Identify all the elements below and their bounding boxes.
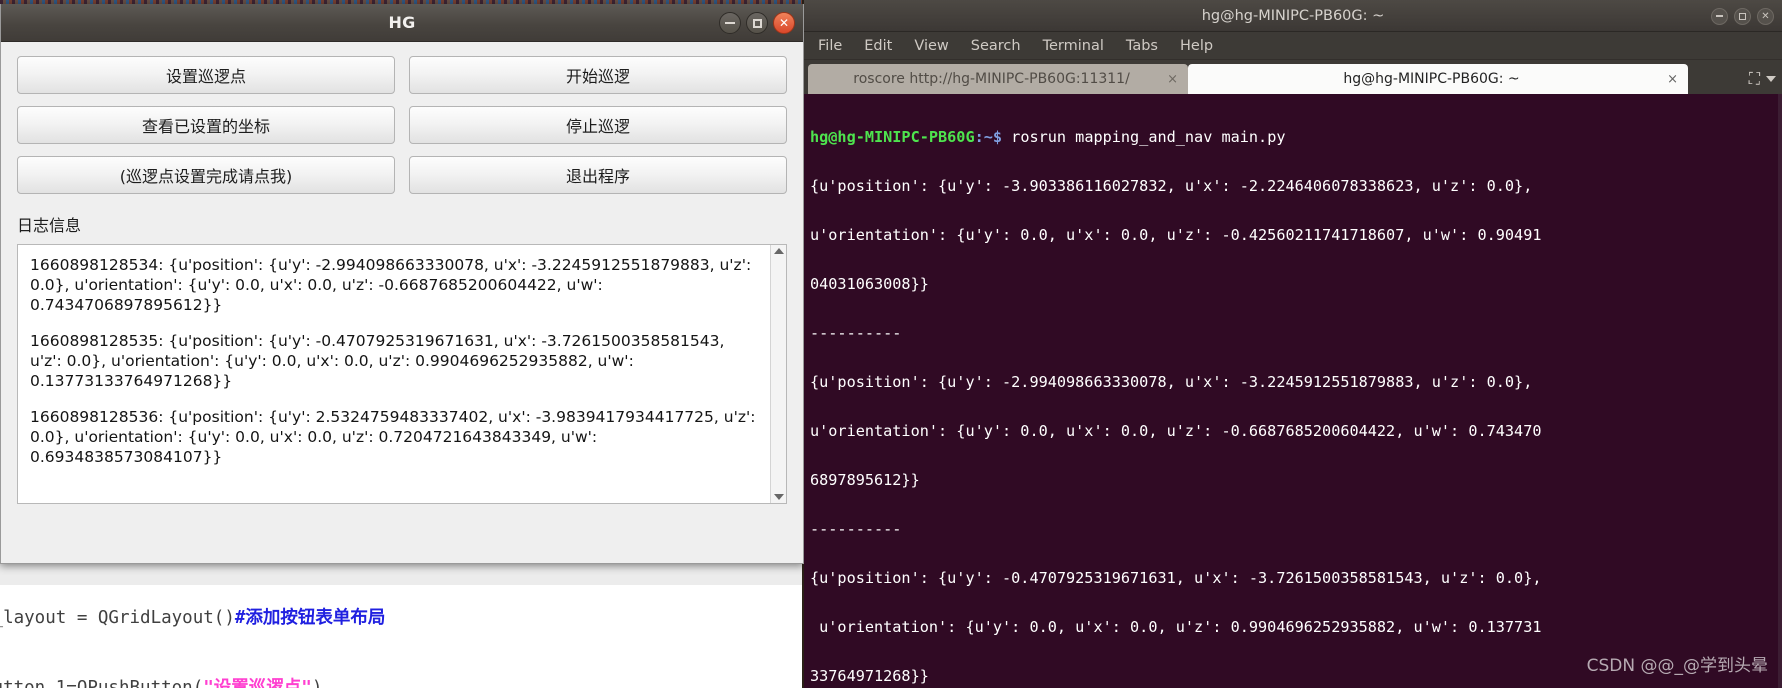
log-entry: 1660898128534: {u'position': {u'y': -2.9… [30,256,752,314]
hg-window-body: 设置巡逻点 开始巡逻 查看已设置的坐标 停止巡逻 (巡逻点设置完成请点我) 退出… [1,42,803,504]
tab-shell[interactable]: hg@hg-MINIPC-PB60G: ~ × [1188,64,1688,94]
menu-item-terminal[interactable]: Terminal [1043,38,1104,54]
terminal-output-line: u'orientation': {u'y': 0.0, u'x': 0.0, u… [810,617,1542,636]
menu-item-help[interactable]: Help [1180,38,1213,54]
log-section-label: 日志信息 [17,216,82,235]
set-patrol-point-button[interactable]: 设置巡逻点 [17,56,395,94]
prompt-user: hg@hg-MINIPC-PB60G [810,127,975,146]
menu-item-edit[interactable]: Edit [864,38,892,54]
terminal-output-line: 04031063008}} [810,274,929,293]
terminal-tabbar: roscore http://hg-MINIPC-PB60G:11311/ × … [804,60,1782,94]
scroll-down-arrow-icon[interactable] [773,494,784,500]
menu-item-file[interactable]: File [818,38,842,54]
close-icon[interactable]: × [1167,72,1178,87]
csdn-watermark: CSDN @@_@学到头晕 [1586,656,1768,676]
terminal-window-controls: ✕ [1711,0,1774,32]
code-line-1-text: n_layout = QGridLayout() [0,608,235,628]
close-icon[interactable]: × [1667,72,1678,87]
menu-item-view[interactable]: View [914,38,948,54]
terminal-output-line: u'orientation': {u'y': 0.0, u'x': 0.0, u… [810,225,1542,244]
code-line-2-tail: ) [311,678,323,688]
view-saved-coords-button[interactable]: 查看已设置的坐标 [17,106,395,144]
close-icon[interactable]: ✕ [1757,7,1774,25]
log-entry: 1660898128536: {u'position': {u'y': 2.53… [30,408,756,466]
hg-button-grid: 设置巡逻点 开始巡逻 查看已设置的坐标 停止巡逻 (巡逻点设置完成请点我) 退出… [17,56,787,194]
code-line-2-text: Button_1=QPushButton( [0,678,204,688]
log-entry: 1660898128535: {u'position': {u'y': -0.4… [30,332,725,390]
terminal-output-line: {u'position': {u'y': -2.994098663330078,… [810,372,1533,391]
tab-label: hg@hg-MINIPC-PB60G: ~ [1343,71,1520,87]
code-line-1-comment: #添加按钮表单布局 [234,608,386,628]
log-textbox[interactable]: 1660898128534: {u'position': {u'y': -2.9… [17,244,787,504]
tab-label: roscore http://hg-MINIPC-PB60G:11311/ [853,71,1130,87]
terminal-output-line: u'orientation': {u'y': 0.0, u'x': 0.0, u… [810,421,1542,440]
menu-item-search[interactable]: Search [971,38,1021,54]
terminal-window-title: hg@hg-MINIPC-PB60G: ~ [1201,7,1385,24]
code-line: Button_1=QPushButton("设置巡逻点") [0,678,322,688]
terminal-output-line: 6897895612}} [810,470,920,489]
maximize-icon[interactable] [746,12,768,34]
hg-window: HG ✕ 设置巡逻点 开始巡逻 查看已设置的坐标 停止巡逻 (巡逻点设置完成请点… [0,4,804,564]
prompt-path: :~$ [974,127,1003,146]
terminal-output-line: ---------- [810,323,902,342]
log-scrollbar[interactable] [770,245,786,503]
minimize-icon[interactable] [1711,7,1728,25]
menu-item-tabs[interactable]: Tabs [1126,38,1158,54]
minimize-icon[interactable] [719,12,741,34]
terminal-output-line: {u'position': {u'y': -3.903386116027832,… [810,176,1533,195]
scroll-up-arrow-icon[interactable] [773,248,784,254]
stop-patrol-button[interactable]: 停止巡逻 [409,106,787,144]
terminal-output-line: {u'position': {u'y': -0.4707925319671631… [810,568,1542,587]
code-line: n_layout = QGridLayout()#添加按钮表单布局 [0,608,385,628]
patrol-setup-done-button[interactable]: (巡逻点设置完成请点我) [17,156,395,194]
terminal-scrollbar[interactable] [1778,94,1782,688]
terminal-command: rosrun mapping_and_nav main.py [1002,127,1286,146]
log-content: 1660898128534: {u'position': {u'y': -2.9… [18,245,770,503]
terminal-output-line: ---------- [810,519,902,538]
hg-window-controls: ✕ [719,4,795,42]
code-line-2-string: "设置巡逻点" [203,678,312,688]
terminal-prompt-line: hg@hg-MINIPC-PB60G:~$ rosrun mapping_and… [810,125,1778,150]
tab-roscore[interactable]: roscore http://hg-MINIPC-PB60G:11311/ × [808,64,1188,94]
terminal-screen[interactable]: hg@hg-MINIPC-PB60G:~$ rosrun mapping_and… [804,94,1782,688]
maximize-icon[interactable] [1734,7,1751,25]
close-icon[interactable]: ✕ [773,12,795,34]
new-tab-icon[interactable]: ⛶ [1749,69,1760,89]
exit-program-button[interactable]: 退出程序 [409,156,787,194]
start-patrol-button[interactable]: 开始巡逻 [409,56,787,94]
tabbar-actions: ⛶ [1749,69,1776,89]
chevron-down-icon[interactable] [1766,76,1776,82]
hg-window-title: HG [388,13,416,32]
terminal-menubar: File Edit View Search Terminal Tabs Help [804,32,1782,60]
terminal-titlebar[interactable]: hg@hg-MINIPC-PB60G: ~ ✕ [804,0,1782,32]
editor-code-area[interactable]: n_layout = QGridLayout()#添加按钮表单布局 Button… [0,566,385,688]
terminal-window: hg@hg-MINIPC-PB60G: ~ ✕ File Edit View S… [804,0,1782,688]
screen-root: n_layout = QGridLayout()#添加按钮表单布局 Button… [0,0,1782,688]
hg-titlebar[interactable]: HG ✕ [1,4,803,42]
